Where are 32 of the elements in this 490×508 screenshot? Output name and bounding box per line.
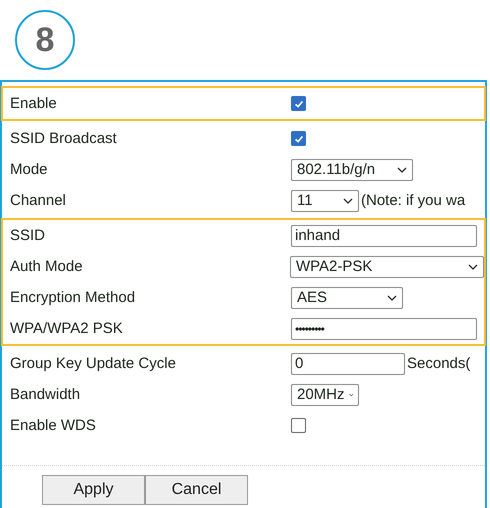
field-label: SSID Broadcast (10, 130, 118, 147)
chevron-down-icon (387, 294, 397, 300)
chevron-down-icon (397, 166, 407, 172)
field-label: SSID (10, 227, 46, 244)
input-field[interactable]: 0 (291, 352, 405, 374)
checkbox[interactable] (291, 96, 306, 111)
chevron-down-icon (348, 392, 353, 398)
checkbox[interactable] (291, 131, 306, 146)
hint-text: (Note: if you wa (361, 192, 466, 209)
dropdown[interactable]: 802.11b/g/n (291, 158, 413, 180)
step-number-badge: 8 (15, 10, 75, 70)
checkbox[interactable] (291, 418, 306, 433)
field-label: Bandwidth (10, 386, 82, 403)
field-label: Group Key Update Cycle (10, 355, 177, 372)
field-label: Enable (10, 95, 58, 112)
field-label: Encryption Method (10, 289, 136, 306)
input-field[interactable]: inhand (291, 224, 477, 246)
chevron-down-icon (468, 264, 478, 270)
password-field[interactable]: ••••••••• (291, 318, 477, 340)
dropdown[interactable]: AES (291, 286, 403, 308)
apply-button[interactable]: Apply (42, 475, 145, 505)
dropdown[interactable]: 20MHz (291, 384, 359, 406)
field-label: Mode (10, 161, 49, 178)
field-label: WPA/WPA2 PSK (10, 320, 124, 337)
cancel-button[interactable]: Cancel (145, 475, 248, 505)
field-label: Enable WDS (10, 417, 97, 434)
field-label: Auth Mode (10, 258, 84, 275)
field-label: Channel (10, 192, 67, 209)
chevron-down-icon (343, 198, 353, 204)
dropdown[interactable]: WPA2-PSK (290, 256, 484, 278)
dropdown[interactable]: 11 (291, 190, 359, 212)
hint-text: Seconds( (407, 355, 470, 372)
